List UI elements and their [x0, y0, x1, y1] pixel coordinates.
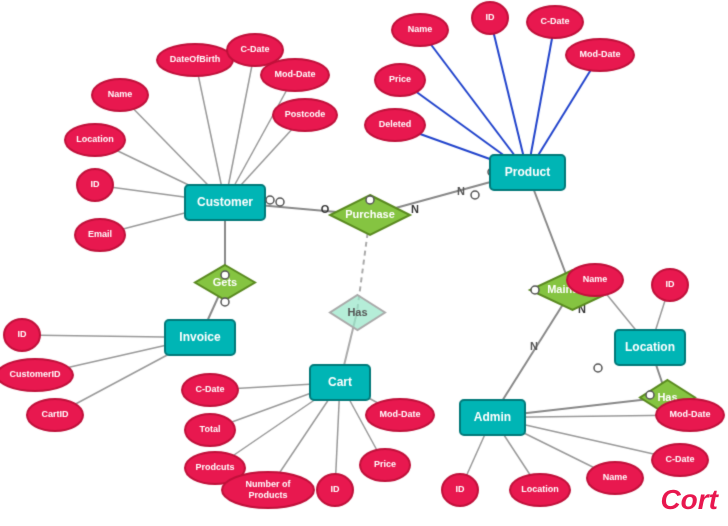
- er-diagram: [0, 0, 728, 526]
- watermark: Cort: [660, 484, 718, 516]
